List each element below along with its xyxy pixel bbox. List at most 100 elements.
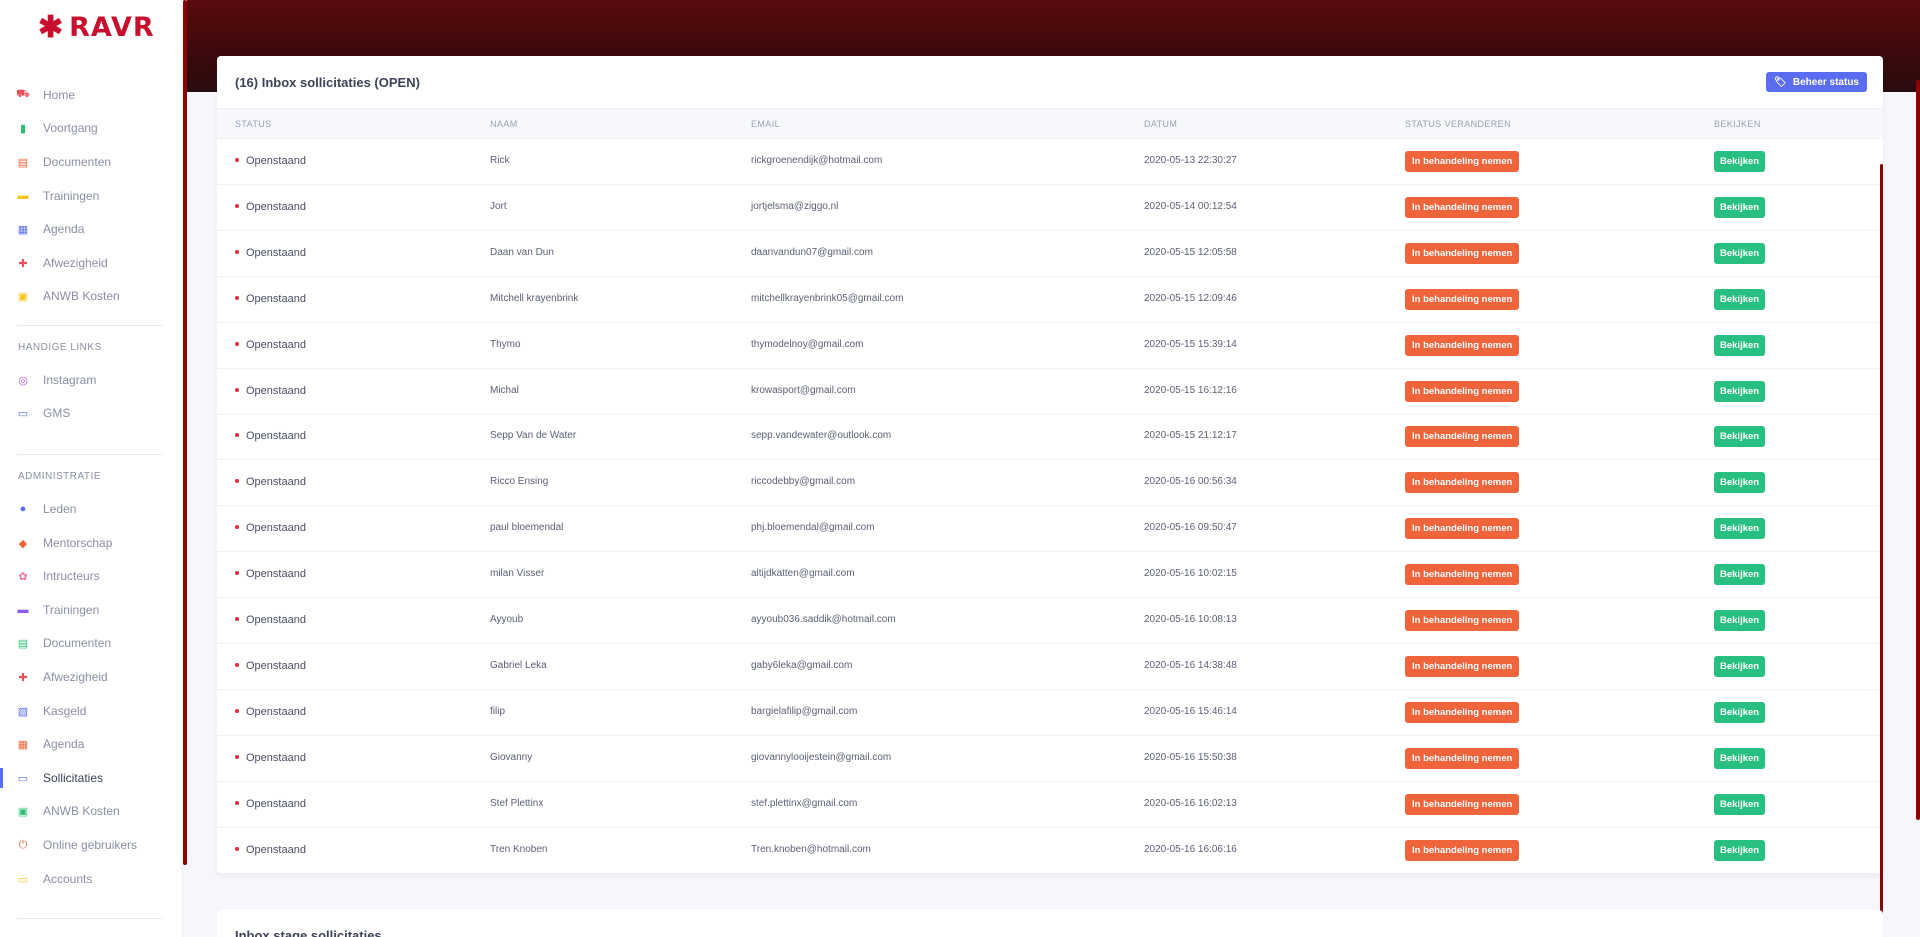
- column-header-status-veranderen: STATUS VERANDEREN: [1405, 119, 1511, 129]
- naam-cell: Jort: [490, 201, 507, 212]
- sidebar-item-leden[interactable]: ● Leden: [0, 495, 183, 523]
- sidebar-scrollbar[interactable]: [183, 0, 187, 865]
- briefcase-icon: ▬: [17, 190, 29, 202]
- stage-card-title: Inbox stage sollicitaties: [235, 928, 382, 937]
- bekijken-button[interactable]: Bekijken: [1714, 564, 1766, 585]
- sidebar-item-label: GMS: [43, 406, 71, 420]
- power-icon: ⏻: [18, 838, 28, 851]
- sidebar-item-intructeurs[interactable]: ✿ Intructeurs: [0, 562, 183, 590]
- in-behandeling-nemen-button[interactable]: In behandeling nemen: [1405, 197, 1520, 218]
- in-behandeling-nemen-button[interactable]: In behandeling nemen: [1405, 702, 1520, 723]
- bekijken-button[interactable]: Bekijken: [1714, 518, 1766, 539]
- naam-cell: Tren Knoben: [490, 844, 548, 855]
- sidebar-item-online-gebruikers[interactable]: ⏻ Online gebruikers: [0, 831, 183, 859]
- in-behandeling-nemen-button[interactable]: In behandeling nemen: [1405, 840, 1520, 861]
- in-behandeling-nemen-button[interactable]: In behandeling nemen: [1405, 656, 1520, 677]
- tag-icon: 🏷: [1774, 76, 1787, 88]
- sidebar-item-agenda[interactable]: ▦ Agenda: [0, 215, 183, 243]
- status-text: Openstaand: [246, 752, 306, 764]
- sidebar-item-sollicitaties[interactable]: ▭ Sollicitaties: [0, 764, 183, 792]
- email-cell: altijdkatten@gmail.com: [751, 568, 855, 579]
- bekijken-button[interactable]: Bekijken: [1714, 426, 1766, 447]
- in-behandeling-nemen-button[interactable]: In behandeling nemen: [1405, 748, 1520, 769]
- beheer-status-button[interactable]: 🏷 Beheer status: [1766, 72, 1867, 92]
- column-header-bekijken: BEKIJKEN: [1714, 119, 1761, 129]
- sidebar-item-instagram[interactable]: ◎ Instagram: [0, 366, 183, 394]
- sidebar-item-accounts[interactable]: ▭ Accounts: [0, 865, 183, 893]
- pills-icon: ✚: [18, 257, 28, 270]
- status-dot-icon: [235, 479, 239, 484]
- brand-logo[interactable]: ✱ RAVR: [38, 12, 155, 43]
- status-dot-icon: [235, 250, 239, 255]
- email-cell: krowasport@gmail.com: [751, 385, 856, 396]
- sidebar-item-agenda[interactable]: ▦ Agenda: [0, 730, 183, 758]
- datum-cell: 2020-05-16 16:02:13: [1144, 798, 1237, 809]
- sidebar-item-trainingen[interactable]: ▬ Trainingen: [0, 596, 183, 624]
- sidebar-item-afwezigheid[interactable]: ✚ Afwezigheid: [0, 663, 183, 691]
- table-scrollbar[interactable]: [1880, 164, 1883, 929]
- sidebar-item-gms[interactable]: ▭ GMS: [0, 399, 183, 427]
- bekijken-button[interactable]: Bekijken: [1714, 840, 1766, 861]
- sidebar-item-afwezigheid[interactable]: ✚ Afwezigheid: [0, 249, 183, 277]
- in-behandeling-nemen-button[interactable]: In behandeling nemen: [1405, 794, 1520, 815]
- in-behandeling-nemen-button[interactable]: In behandeling nemen: [1405, 381, 1520, 402]
- sidebar-heading-administratie: ADMINISTRATIE: [18, 471, 101, 482]
- table-row: Openstaand Tren Knoben Tren.knoben@hotmail…: [217, 828, 1883, 874]
- sidebar-item-documenten[interactable]: ▤ Documenten: [0, 148, 183, 176]
- bekijken-button[interactable]: Bekijken: [1714, 243, 1766, 264]
- bekijken-button[interactable]: Bekijken: [1714, 794, 1766, 815]
- datum-cell: 2020-05-16 14:38:48: [1144, 660, 1237, 671]
- datum-cell: 2020-05-14 00:12:54: [1144, 201, 1237, 212]
- in-behandeling-nemen-button[interactable]: In behandeling nemen: [1405, 426, 1520, 447]
- sidebar-item-anwb-kosten[interactable]: ▣ ANWB Kosten: [0, 797, 183, 825]
- table-row: Openstaand Mitchell krayenbrink mitchellkr…: [217, 277, 1883, 323]
- bekijken-button[interactable]: Bekijken: [1714, 381, 1766, 402]
- datum-cell: 2020-05-16 10:08:13: [1144, 614, 1237, 625]
- bekijken-button[interactable]: Bekijken: [1714, 748, 1766, 769]
- email-cell: phj.bloemendal@gmail.com: [751, 522, 875, 533]
- status-dot-icon: [235, 433, 239, 438]
- naam-cell: Ricco Ensing: [490, 476, 549, 487]
- bekijken-button[interactable]: Bekijken: [1714, 289, 1766, 310]
- sidebar-item-label: Agenda: [43, 737, 85, 751]
- in-behandeling-nemen-button[interactable]: In behandeling nemen: [1405, 472, 1520, 493]
- status-text: Openstaand: [246, 844, 306, 856]
- sidebar-item-kasgeld[interactable]: ▧ Kasgeld: [0, 697, 183, 725]
- sidebar-item-anwb-kosten[interactable]: ▣ ANWB Kosten: [0, 282, 183, 310]
- bekijken-button[interactable]: Bekijken: [1714, 335, 1766, 356]
- datum-cell: 2020-05-13 22:30:27: [1144, 155, 1237, 166]
- sidebar-item-home[interactable]: ⛟ Home: [0, 81, 183, 109]
- sidebar-item-mentorschap[interactable]: ◆ Mentorschap: [0, 529, 183, 557]
- truck-icon: ⛟: [16, 88, 30, 100]
- in-behandeling-nemen-button[interactable]: In behandeling nemen: [1405, 243, 1520, 264]
- status-cell: Openstaand: [235, 430, 306, 442]
- beheer-status-label: Beheer status: [1792, 76, 1859, 88]
- naam-cell: milan Visser: [490, 568, 545, 579]
- table-row: Openstaand Gabriel Leka gaby6leka@gmail.co…: [217, 644, 1883, 690]
- status-dot-icon: [235, 204, 239, 209]
- stage-inbox-card: Inbox stage sollicitaties: [217, 910, 1883, 937]
- bekijken-button[interactable]: Bekijken: [1714, 151, 1766, 172]
- sidebar-item-voortgang[interactable]: ▮ Voortgang: [0, 114, 183, 142]
- datum-cell: 2020-05-16 10:02:15: [1144, 568, 1237, 579]
- in-behandeling-nemen-button[interactable]: In behandeling nemen: [1405, 610, 1520, 631]
- bekijken-button[interactable]: Bekijken: [1714, 656, 1766, 677]
- bekijken-button[interactable]: Bekijken: [1714, 197, 1766, 218]
- bekijken-button[interactable]: Bekijken: [1714, 610, 1766, 631]
- sidebar: ✱ RAVR ⛟ Home ▮ Voortgang ▤ Documenten ▬ Traini…: [0, 0, 183, 937]
- status-dot-icon: [235, 296, 239, 301]
- calculator-icon: ▧: [17, 705, 29, 718]
- sidebar-item-documenten[interactable]: ▤ Documenten: [0, 629, 183, 657]
- bekijken-button[interactable]: Bekijken: [1714, 472, 1766, 493]
- bekijken-button[interactable]: Bekijken: [1714, 702, 1766, 723]
- in-behandeling-nemen-button[interactable]: In behandeling nemen: [1405, 289, 1520, 310]
- in-behandeling-nemen-button[interactable]: In behandeling nemen: [1405, 564, 1520, 585]
- sidebar-item-label: Documenten: [43, 155, 112, 169]
- in-behandeling-nemen-button[interactable]: In behandeling nemen: [1405, 151, 1520, 172]
- status-cell: Openstaand: [235, 476, 306, 488]
- in-behandeling-nemen-button[interactable]: In behandeling nemen: [1405, 335, 1520, 356]
- page-scrollbar[interactable]: [1916, 80, 1920, 820]
- sidebar-item-trainingen[interactable]: ▬ Trainingen: [0, 182, 183, 210]
- email-cell: mitchellkrayenbrink05@gmail.com: [751, 293, 904, 304]
- in-behandeling-nemen-button[interactable]: In behandeling nemen: [1405, 518, 1520, 539]
